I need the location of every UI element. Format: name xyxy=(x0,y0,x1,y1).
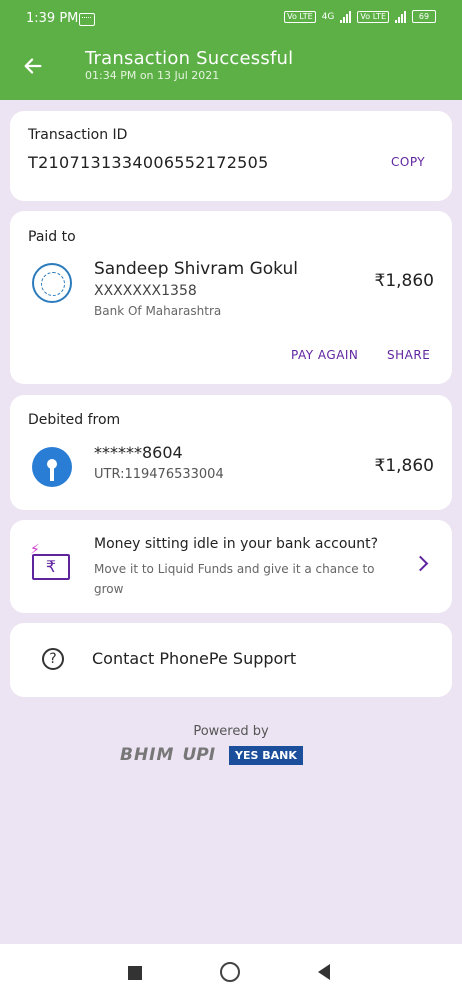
volte-badge: Vo LTE xyxy=(284,10,316,23)
partner-logos: BHIM UPI YES BANK xyxy=(120,745,303,765)
help-icon: ? xyxy=(42,648,64,670)
transaction-id-card: Transaction ID T2107131334006552172505 C… xyxy=(10,111,452,201)
home-icon[interactable] xyxy=(220,962,240,982)
copy-button[interactable]: COPY xyxy=(391,155,425,169)
recents-icon[interactable] xyxy=(128,966,142,980)
transaction-id-value: T2107131334006552172505 xyxy=(28,153,269,172)
support-card[interactable]: ? Contact PhonePe Support xyxy=(10,623,452,697)
debited-from-label: Debited from xyxy=(28,412,121,428)
paid-amount: ₹1,860 xyxy=(374,271,434,291)
status-bar: 1:39 PM Vo LTE 4G Vo LTE 69 xyxy=(0,0,462,36)
bank-of-maharashtra-logo-icon xyxy=(32,263,72,303)
powered-by-label: Powered by xyxy=(193,724,269,739)
rupee-note-icon: ₹ xyxy=(32,554,70,580)
nav-back-icon[interactable] xyxy=(318,964,330,980)
system-nav-bar xyxy=(0,944,462,1000)
payee-account: XXXXXXX1358 xyxy=(94,283,197,299)
paid-to-label: Paid to xyxy=(28,229,76,245)
message-icon xyxy=(79,13,95,26)
app-header: 1:39 PM Vo LTE 4G Vo LTE 69 Transaction … xyxy=(0,0,462,100)
payee-bank: Bank Of Maharashtra xyxy=(94,304,222,318)
upi-logo: UPI xyxy=(182,745,216,765)
promo-title: Money sitting idle in your bank account? xyxy=(94,536,379,552)
transaction-datetime: 01:34 PM on 13 Jul 2021 xyxy=(85,69,220,82)
status-icons: Vo LTE 4G Vo LTE 69 xyxy=(284,10,436,23)
status-time: 1:39 PM xyxy=(26,11,79,26)
sbi-logo-icon xyxy=(32,447,72,487)
signal-icon-2 xyxy=(395,10,406,23)
signal-icon xyxy=(340,10,352,23)
paid-to-card: Paid to Sandeep Shivram Gokul XXXXXXX135… xyxy=(10,211,452,384)
page-title: Transaction Successful xyxy=(85,48,294,69)
battery-icon: 69 xyxy=(412,10,436,23)
debited-from-card: Debited from ******8604 UTR:119476533004… xyxy=(10,395,452,510)
network-type: 4G xyxy=(321,11,335,22)
share-button[interactable]: SHARE xyxy=(387,348,430,362)
utr-number: UTR:119476533004 xyxy=(94,467,224,482)
transaction-id-label: Transaction ID xyxy=(28,127,128,143)
debit-account: ******8604 xyxy=(94,443,183,462)
payee-name: Sandeep Shivram Gokul xyxy=(94,259,298,279)
chevron-right-icon[interactable] xyxy=(412,555,429,572)
debited-amount: ₹1,860 xyxy=(374,456,434,476)
promo-text: Move it to Liquid Funds and give it a ch… xyxy=(94,562,375,596)
back-arrow-icon[interactable] xyxy=(22,55,44,77)
pay-again-button[interactable]: PAY AGAIN xyxy=(291,348,358,362)
bhim-logo: BHIM xyxy=(120,745,175,765)
contact-support-label[interactable]: Contact PhonePe Support xyxy=(92,649,296,668)
volte-badge-2: Vo LTE xyxy=(357,10,389,23)
yes-bank-logo: YES BANK xyxy=(229,745,303,765)
liquid-funds-promo-card[interactable]: ⚡ ₹ Money sitting idle in your bank acco… xyxy=(10,520,452,613)
